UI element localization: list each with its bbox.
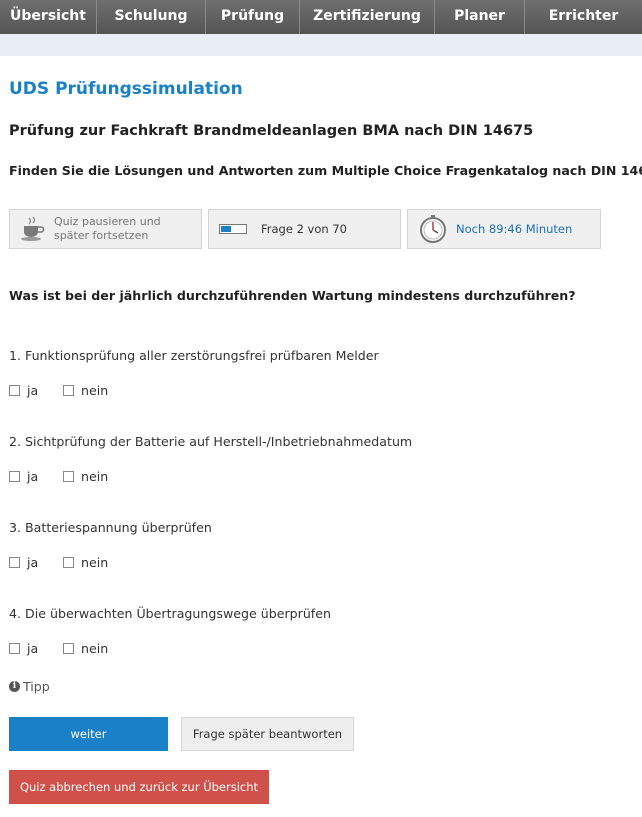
answer-3-nein-checkbox[interactable]: [63, 557, 74, 568]
answer-3-ja-checkbox[interactable]: [9, 557, 20, 568]
answer-2-ja-option[interactable]: ja: [9, 469, 38, 484]
progress-label: Frage 2 von 70: [261, 222, 347, 236]
pause-label-line1: Quiz pausieren und: [54, 215, 161, 228]
question-text: Was ist bei der jährlich durchzuführende…: [9, 288, 576, 303]
answer-1-ja-option[interactable]: ja: [9, 383, 38, 398]
nav-item-zertifizierung[interactable]: Zertifizierung: [300, 0, 435, 34]
answer-2-nein-label: nein: [81, 469, 109, 484]
pause-quiz-button[interactable]: Quiz pausieren und später fortsetzen: [9, 209, 202, 249]
nav-item-errichter[interactable]: Errichter: [525, 0, 642, 34]
progress-bar: [219, 224, 247, 234]
answer-4-ja-label: ja: [27, 641, 39, 656]
answer-1-nein-label: nein: [81, 383, 109, 398]
answer-item-4-text: 4. Die überwachten Übertragungswege über…: [9, 606, 331, 621]
answer-2-nein-option[interactable]: nein: [63, 469, 108, 484]
answer-3-ja-option[interactable]: ja: [9, 555, 38, 570]
page-title: UDS Prüfungssimulation: [9, 79, 243, 99]
answer-item-3-text: 3. Batteriespannung überprüfen: [9, 520, 212, 535]
info-icon: i: [9, 681, 20, 692]
answer-4-ja-checkbox[interactable]: [9, 643, 20, 654]
page-subtitle: Prüfung zur Fachkraft Brandmeldeanlagen …: [9, 123, 534, 139]
answer-2-ja-label: ja: [27, 469, 39, 484]
tipp-link[interactable]: i Tipp: [9, 679, 50, 694]
answer-1-ja-label: ja: [27, 383, 39, 398]
page-description: Finden Sie die Lösungen und Antworten zu…: [9, 163, 642, 178]
answer-later-button[interactable]: Frage später beantworten: [181, 717, 354, 751]
nav-item-planer[interactable]: Planer: [435, 0, 525, 34]
abort-quiz-button[interactable]: Quiz abbrechen und zurück zur Übersicht: [9, 770, 269, 804]
answer-4-nein-checkbox[interactable]: [63, 643, 74, 654]
answer-item-1-text: 1. Funktionsprüfung aller zerstörungsfre…: [9, 348, 379, 363]
timer-label: Noch 89:46 Minuten: [456, 222, 573, 236]
timer-box: Noch 89:46 Minuten: [407, 209, 601, 249]
answer-4-ja-option[interactable]: ja: [9, 641, 38, 656]
answer-2-nein-checkbox[interactable]: [63, 471, 74, 482]
next-button[interactable]: weiter: [9, 717, 168, 751]
answer-1-nein-option[interactable]: nein: [63, 383, 108, 398]
main-nav: Übersicht Schulung Prüfung Zertifizierun…: [0, 0, 642, 34]
answer-2-ja-checkbox[interactable]: [9, 471, 20, 482]
stopwatch-icon: [418, 214, 448, 244]
answer-4-nein-option[interactable]: nein: [63, 641, 108, 656]
answer-3-ja-label: ja: [27, 555, 39, 570]
coffee-cup-icon: [20, 216, 46, 242]
answer-item-2-text: 2. Sichtprüfung der Batterie auf Herstel…: [9, 434, 413, 449]
answer-1-ja-checkbox[interactable]: [9, 385, 20, 396]
answer-4-nein-label: nein: [81, 641, 109, 656]
pause-label-line2: später fortsetzen: [54, 229, 149, 242]
answer-1-nein-checkbox[interactable]: [63, 385, 74, 396]
progress-box: Frage 2 von 70: [208, 209, 401, 249]
progress-fill: [221, 226, 231, 232]
tipp-label: Tipp: [23, 679, 50, 694]
nav-item-schulung[interactable]: Schulung: [97, 0, 206, 34]
sub-nav-bar: [0, 34, 642, 56]
nav-item-pruefung[interactable]: Prüfung: [206, 0, 300, 34]
answer-3-nein-label: nein: [81, 555, 109, 570]
answer-3-nein-option[interactable]: nein: [63, 555, 108, 570]
nav-item-uebersicht[interactable]: Übersicht: [0, 0, 97, 34]
